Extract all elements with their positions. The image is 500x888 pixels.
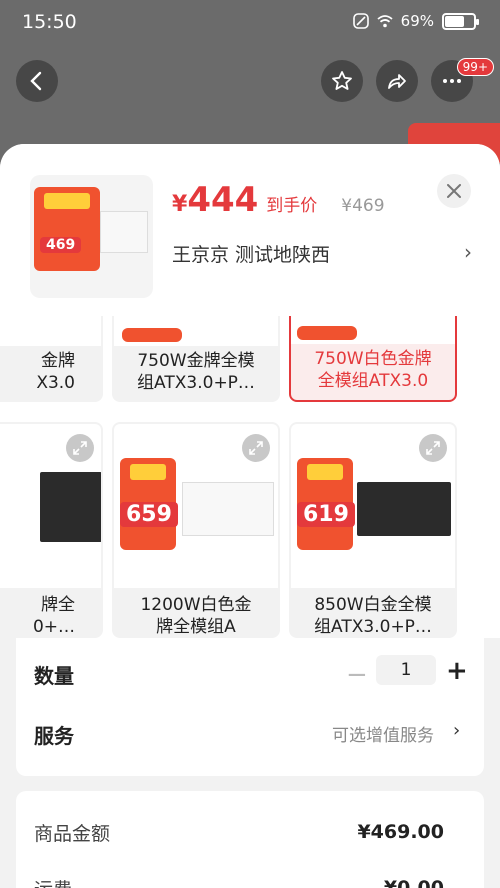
variant-promo-price: 619 <box>297 502 355 527</box>
service-selector[interactable]: 可选增值服务 <box>332 721 434 746</box>
zoom-icon[interactable] <box>66 434 94 462</box>
goods-amount-value: ¥469.00 <box>357 821 444 843</box>
zoom-icon[interactable] <box>242 434 270 462</box>
message-badge: 99+ <box>456 58 494 76</box>
variant-name: 750W金牌全模 组ATX3.0+P… <box>137 351 255 393</box>
quantity-service-panel: 数量 − 1 + 服务 可选增值服务 › <box>16 638 484 776</box>
final-price-label: 到手价 <box>266 196 318 216</box>
chevron-left-icon <box>30 71 42 91</box>
wifi-icon <box>377 15 393 28</box>
variant-name: 金牌 X3.0 <box>36 351 75 393</box>
variant-promo-price: 659 <box>120 502 178 527</box>
quantity-input[interactable]: 1 <box>376 655 436 685</box>
product-box-image <box>182 482 274 536</box>
quantity-increase-button[interactable]: + <box>446 656 468 686</box>
final-price: 444 <box>187 180 259 220</box>
product-box-image <box>100 211 148 253</box>
mute-icon <box>352 13 369 29</box>
sku-sheet: 469 ¥ 444 到手价 ¥469 王京京 测试地陕西 › 金牌 X3.0 7… <box>0 144 500 888</box>
shipping-value: ¥0.00 <box>383 877 444 888</box>
product-box-image <box>40 472 101 542</box>
share-button[interactable] <box>376 60 418 102</box>
amount-summary: 商品金额 ¥469.00 运费 ¥0.00 <box>16 791 484 888</box>
chevron-right-icon[interactable]: › <box>453 720 460 741</box>
variant-card[interactable]: 牌全 0+… <box>0 422 103 638</box>
address-text: 王京京 测试地陕西 <box>172 244 331 266</box>
star-icon <box>332 71 352 90</box>
shipping-label: 运费 <box>34 875 72 888</box>
share-icon <box>388 74 406 89</box>
variant-card[interactable]: 659 1200W白色金 牌全模组A <box>112 422 280 638</box>
variant-name: 850W白金全模 组ATX3.0+P… <box>314 595 432 637</box>
promo-sticker: 619 <box>297 458 355 550</box>
variant-card[interactable]: 金牌 X3.0 <box>0 316 103 402</box>
close-button[interactable] <box>437 174 471 208</box>
quantity-decrease-button[interactable]: − <box>346 660 368 690</box>
variant-card[interactable]: 619 850W白金全模 组ATX3.0+P… <box>289 422 457 638</box>
favorite-button[interactable] <box>321 60 363 102</box>
battery-icon <box>442 12 479 30</box>
promo-sticker: 659 <box>120 458 178 550</box>
top-nav <box>0 60 500 104</box>
promo-sticker: 469 <box>34 187 100 271</box>
sheet-header: 469 ¥ 444 到手价 ¥469 王京京 测试地陕西 › <box>0 144 500 316</box>
battery-level <box>445 15 465 27</box>
zoom-icon[interactable] <box>419 434 447 462</box>
thumb-promo-price: 469 <box>40 237 82 253</box>
original-price: ¥469 <box>341 196 385 216</box>
variant-name: 1200W白色金 牌全模组A <box>140 595 252 637</box>
variant-grid: 金牌 X3.0 750W金牌全模 组ATX3.0+P… 750W白色金牌 全模组… <box>0 316 500 638</box>
address-selector[interactable]: 王京京 测试地陕西 › <box>172 240 472 267</box>
quantity-label: 数量 <box>34 664 74 688</box>
back-button[interactable] <box>16 60 58 102</box>
battery-percent: 69% <box>400 12 434 30</box>
goods-amount-label: 商品金额 <box>34 823 111 845</box>
close-icon <box>447 184 461 198</box>
variant-card[interactable]: 750W金牌全模 组ATX3.0+P… <box>112 316 280 402</box>
product-box-image <box>357 482 451 536</box>
status-time: 15:50 <box>22 11 77 33</box>
service-label: 服务 <box>34 724 74 748</box>
currency-symbol: ¥ <box>172 192 188 217</box>
chevron-right-icon: › <box>464 240 472 264</box>
variant-name: 牌全 0+… <box>32 595 75 637</box>
price-row: ¥ 444 到手价 ¥469 <box>172 180 385 220</box>
status-icons: 69% <box>352 12 479 30</box>
status-bar: 15:50 69% <box>0 0 500 46</box>
product-thumbnail[interactable]: 469 <box>30 175 153 298</box>
variant-name: 750W白色金牌 全模组ATX3.0 <box>314 349 432 391</box>
variant-card-selected[interactable]: 750W白色金牌 全模组ATX3.0 <box>289 316 457 402</box>
